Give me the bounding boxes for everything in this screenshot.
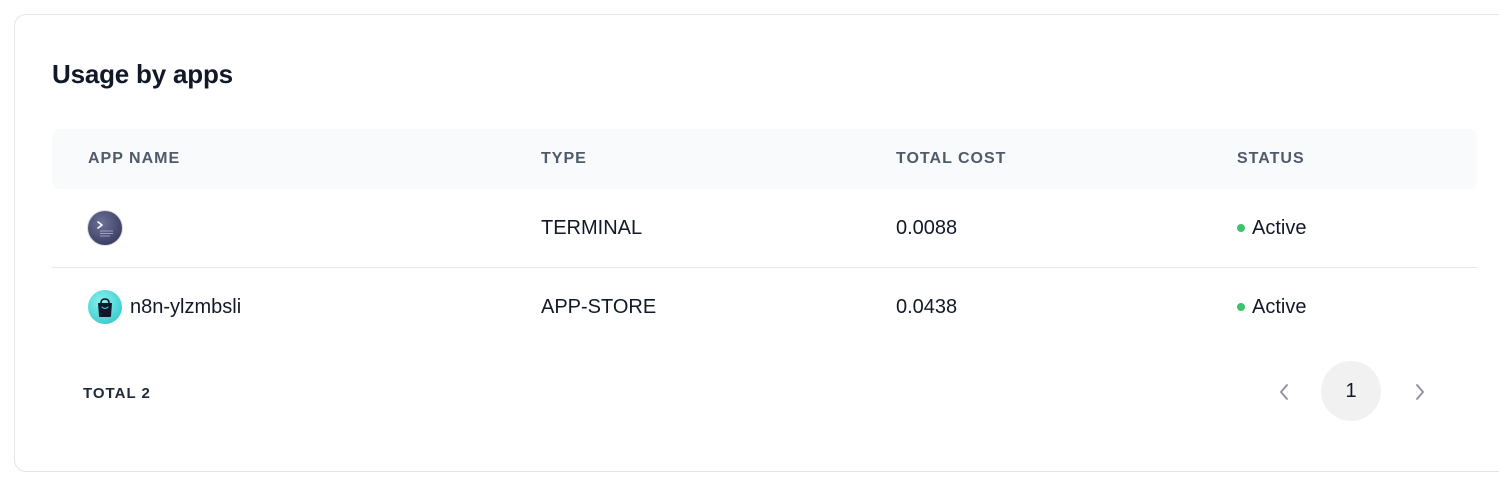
chevron-right-icon [1416,384,1424,400]
app-name-cell: n8n-ylzmbsli [88,268,241,346]
chevron-left-icon [1280,384,1288,400]
type-cell: APP-STORE [541,295,657,318]
status-label: Active [1252,216,1307,239]
table-row: TERMINAL 0.0088 Active [52,189,1477,268]
status-label: Active [1252,295,1307,318]
status-active-dot-icon [1237,224,1245,232]
type-cell: TERMINAL [541,216,643,239]
total-count-label: TOTAL 2 [83,385,151,402]
total-cost-cell: 0.0438 [896,295,958,318]
status-cell: Active [1237,268,1306,346]
column-header-status: STATUS [1237,150,1305,167]
table-row: n8n-ylzmbsli APP-STORE 0.0438 Active [52,268,1477,346]
table-header: APP NAME TYPE TOTAL COST STATUS [52,129,1477,189]
column-header-total-cost: TOTAL COST [896,150,1007,167]
card-title: Usage by apps [52,59,233,89]
status-cell: Active [1237,189,1306,267]
total-cost-cell: 0.0088 [896,216,958,239]
page-1-button[interactable]: 1 [1321,361,1381,421]
app-store-bag-icon [88,290,122,324]
terminal-app-icon [88,211,122,245]
usage-by-apps-card: Usage by apps APP NAME TYPE TOTAL COST S… [14,14,1499,472]
column-header-type: TYPE [541,150,587,167]
status-active-dot-icon [1237,303,1245,311]
next-page-button[interactable] [1405,377,1435,407]
app-name-cell [88,189,130,267]
app-name-label: n8n-ylzmbsli [130,295,242,318]
previous-page-button[interactable] [1269,377,1299,407]
column-header-app-name: APP NAME [88,150,181,167]
